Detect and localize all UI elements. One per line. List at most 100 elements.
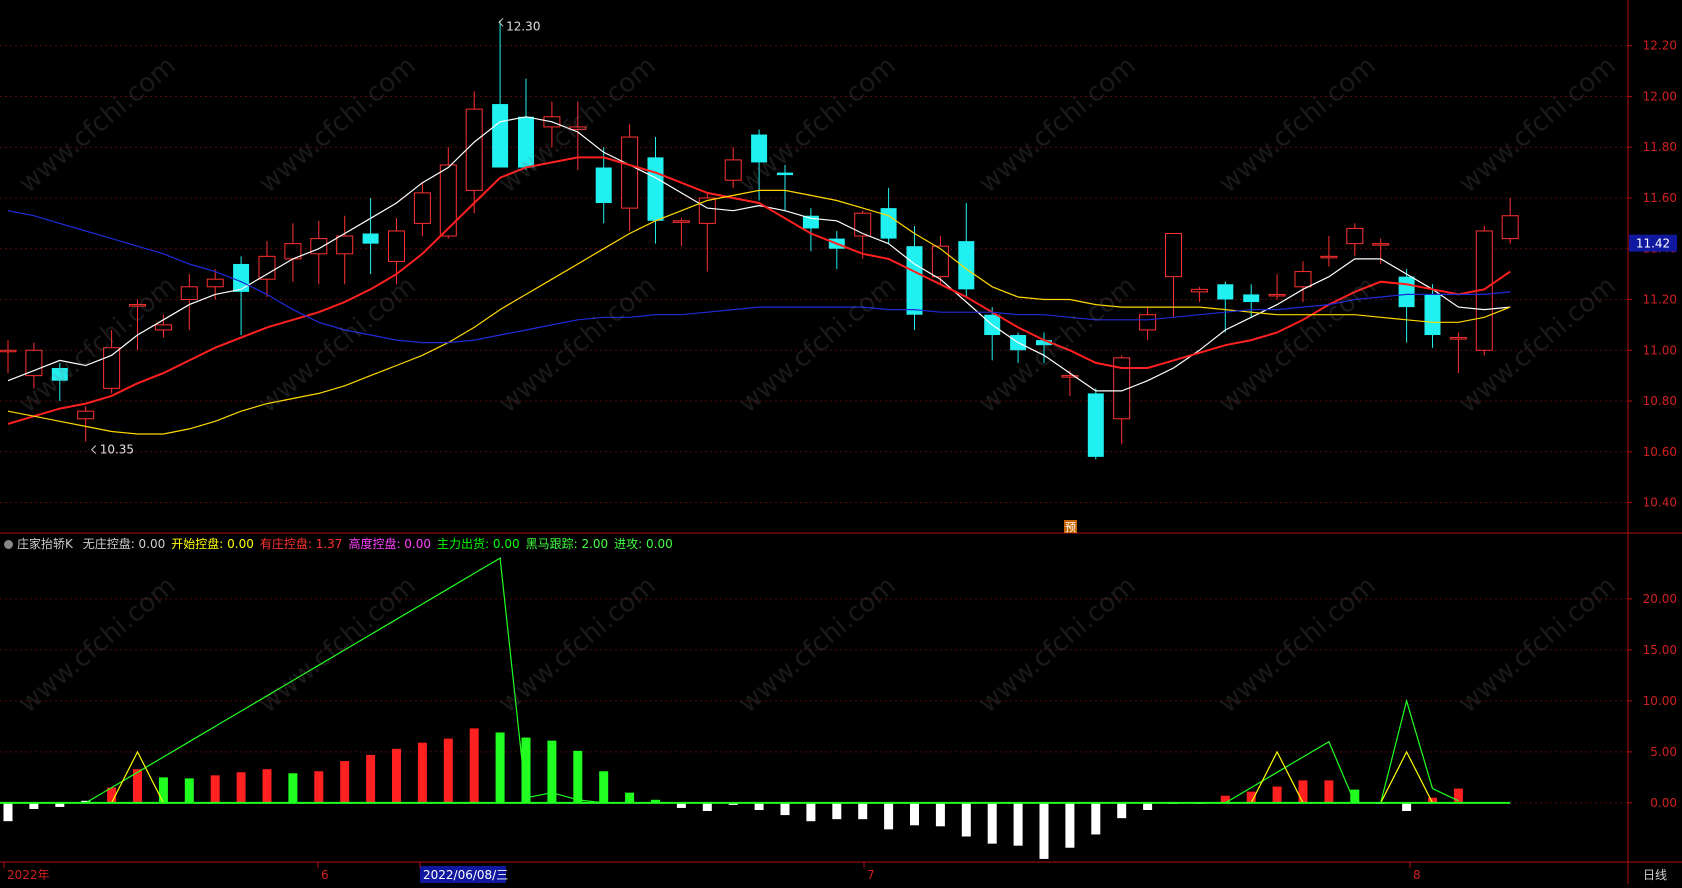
candle-body-down [1424, 294, 1441, 336]
indicator-value-6: 进攻: 0.00 [614, 537, 673, 551]
indicator-bar [158, 777, 168, 803]
candle-body-up [569, 126, 587, 130]
candle-body-up [1165, 233, 1182, 278]
indicator-tick-label: 15.00 [1643, 643, 1677, 657]
candle-body-up [1320, 255, 1338, 259]
candle-body-up [698, 197, 716, 224]
candle-body-up [465, 108, 483, 191]
candle-body-up [180, 286, 198, 300]
candle-body-up [1372, 243, 1390, 246]
candle-body-up [258, 255, 276, 280]
period-label: 日线 [1643, 868, 1667, 882]
indicator-bar [935, 802, 945, 827]
price-tick-label: 11.80 [1643, 140, 1677, 154]
time-tick-label: 2022年 [7, 868, 50, 882]
candle-body-down [51, 368, 68, 381]
candle-body-up [621, 136, 639, 209]
indicator-value-3: 高度控盘: 0.00 [348, 537, 432, 551]
candle-body-up [724, 159, 742, 181]
indicator-bar [1402, 802, 1412, 812]
high-price-label: 12.30 [506, 19, 540, 33]
indicator-bar [961, 802, 971, 837]
indicator-bar [1091, 802, 1101, 835]
indicator-bar [1324, 780, 1334, 803]
indicator-bar [495, 732, 505, 803]
indicator-bar [392, 748, 401, 803]
indicator-bar [314, 771, 324, 803]
candle-body-up [1190, 288, 1208, 293]
indicator-bar [910, 802, 919, 826]
candle-body-up [388, 230, 405, 262]
candle-body-down [1087, 393, 1104, 457]
indicator-bar [1117, 802, 1127, 819]
candle-body-down [906, 246, 923, 315]
candle-body-up [439, 164, 457, 237]
price-tick-label: 11.20 [1643, 292, 1677, 306]
moving-average-line [7, 189, 1511, 435]
candle-body-down [777, 172, 793, 176]
candle-body-down [595, 167, 612, 204]
low-arrow-icon [90, 445, 97, 454]
indicator-bar [1013, 802, 1023, 846]
indicator-tick-label: 20.00 [1643, 592, 1677, 606]
indicator-value-4: 主力出货: 0.00 [437, 537, 520, 551]
indicator-bar [987, 802, 997, 844]
indicator-bar [340, 761, 350, 803]
indicator-bar [754, 802, 764, 810]
chart-canvas[interactable]: 12.2012.0011.8011.6011.4011.2011.0010.80… [0, 0, 1682, 884]
indicator-bar [806, 802, 816, 822]
indicator-value-5: 黑马跟踪: 2.00 [525, 537, 609, 551]
indicator-bar [210, 775, 220, 803]
stock-chart[interactable]: 12.2012.0011.8011.6011.4011.2011.0010.80… [0, 0, 1682, 884]
candle-body-up [854, 212, 872, 237]
candle-body-up [154, 324, 172, 331]
candle-body-up [413, 192, 431, 224]
candle-body-down [647, 157, 664, 221]
indicator-bar [1298, 780, 1308, 803]
candle-body-down [233, 263, 250, 292]
indicator-bar [599, 771, 609, 803]
indicator-bar [1220, 795, 1230, 803]
candle-body-down [751, 134, 768, 163]
indicator-bar [625, 792, 635, 803]
indicator-line [8, 750, 1459, 804]
price-tick-label: 10.80 [1643, 394, 1677, 408]
indicator-bar [1039, 802, 1049, 859]
price-tick-label: 10.40 [1643, 496, 1677, 510]
candle-body-up [931, 245, 949, 278]
indicator-bar [469, 728, 479, 803]
candle-body-up [206, 278, 224, 288]
candle-body-up [1268, 293, 1286, 297]
candle-body-down [492, 104, 509, 168]
indicator-bar [184, 778, 194, 803]
candle-body-up [1294, 271, 1312, 288]
indicator-bar [366, 754, 376, 803]
indicator-bar [1143, 802, 1153, 810]
candle-body-down [1243, 294, 1260, 303]
indicator-tick-label: 0.00 [1650, 796, 1677, 810]
time-tick-label: 7 [867, 868, 875, 882]
indicator-bar [1272, 786, 1282, 803]
candle-body-down [880, 208, 897, 239]
indicator-bar [573, 750, 583, 803]
indicator-toggle-icon[interactable] [4, 540, 13, 549]
indicator-bar [702, 802, 712, 812]
candle-body-up [1449, 337, 1467, 340]
candle-body-up [1501, 215, 1519, 240]
last-price-label: 11.42 [1636, 237, 1670, 251]
candle-body-down [1398, 276, 1415, 308]
candle-body-up [336, 235, 354, 255]
indicator-title: 庄家抬轿K [17, 537, 73, 551]
candle-body-down [802, 215, 819, 229]
time-tick-label: 6 [321, 868, 329, 882]
indicator-bar [236, 772, 246, 803]
price-tick-label: 12.20 [1643, 39, 1677, 53]
candle-body-up [1346, 227, 1364, 245]
indicator-bar [1065, 802, 1075, 848]
candle-body-up [0, 349, 17, 353]
indicator-bar [780, 802, 790, 816]
candle-body-up [25, 349, 43, 377]
candle-body-down [362, 233, 379, 244]
candle-body-up [1139, 314, 1157, 331]
indicator-bar [288, 773, 298, 803]
